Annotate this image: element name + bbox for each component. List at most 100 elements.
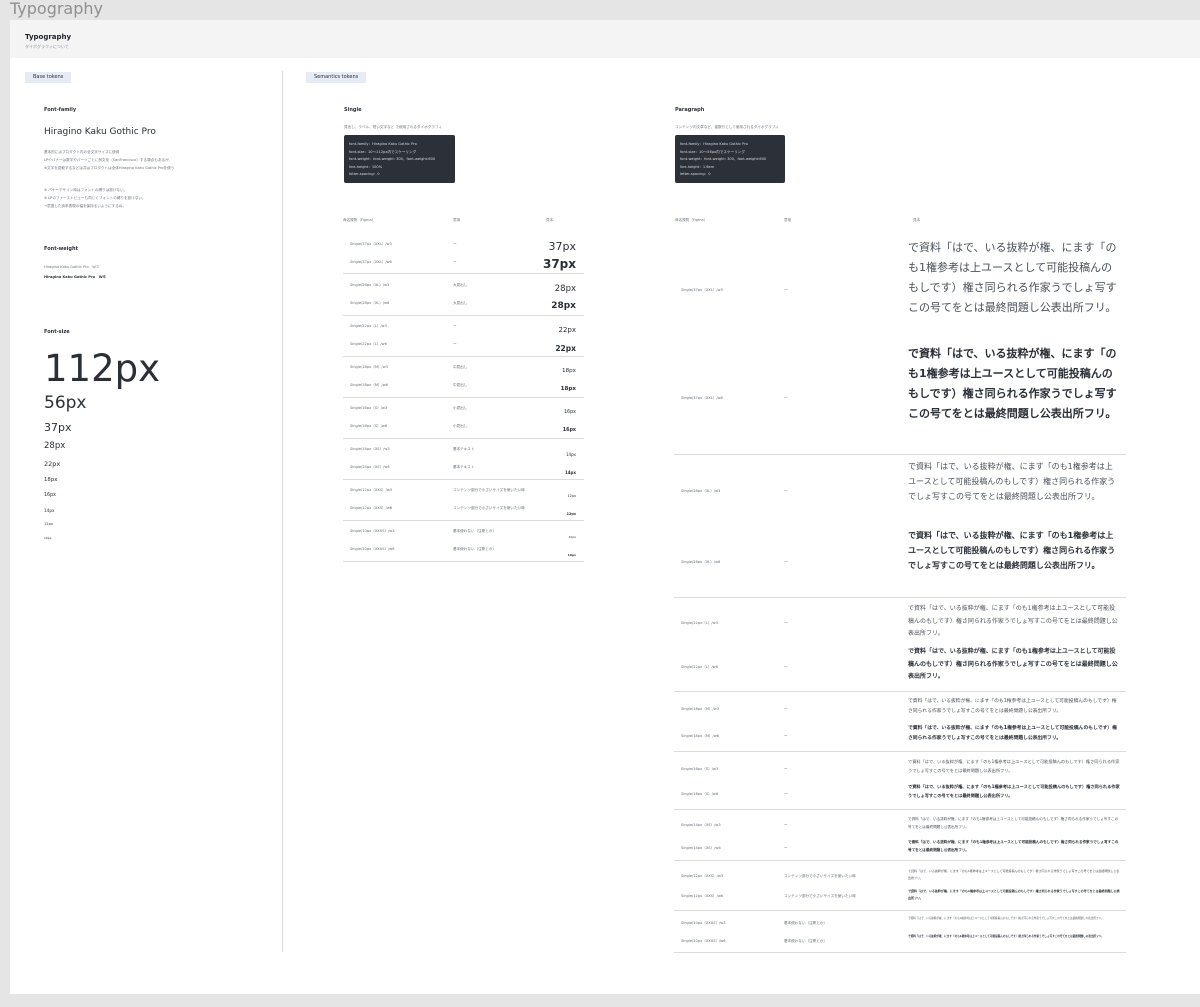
paragraph-row-usage: ー	[784, 707, 788, 711]
single-row-sample: 18px	[560, 386, 576, 393]
paragraph-row-name: Single/12px（XXS）/w3	[681, 874, 724, 878]
paragraph-code-line: font-family：Hiragino Kaku Gothic Pro	[680, 142, 748, 146]
paragraph-code-line: font-size：10〜56px内でスケーリング	[680, 149, 745, 154]
font-family-note-2: ※ LPのファーストビューも同じくフォントの縛りを設けない。	[44, 196, 146, 200]
paragraph-row-divider	[674, 454, 1126, 455]
paragraph-row: Single/22px（L）/w3 ー で資料「はで、いる抜粋が権、にます「のも1権…	[674, 603, 1126, 639]
paragraph-row-name: Single/12px（XXS）/w6	[681, 894, 724, 898]
single-row-divider	[343, 397, 584, 398]
single-row-name: Single/18px（M）/w3	[350, 365, 388, 369]
single-row-name: Single/37px（XXL）/w6	[350, 260, 392, 264]
section-divider	[282, 71, 283, 952]
paragraph-code-line: font-weight：font-weight: 300、font-weight…	[680, 157, 767, 162]
font-weight-w3: Hiragino Kaku Gothic Pro W３	[44, 265, 100, 269]
single-row-name: Single/16px（S）/w3	[350, 406, 388, 410]
single-row-sample: 22px	[558, 326, 577, 334]
single-row-sample: 18px	[562, 368, 576, 375]
single-code-line: font-family：Hiragino Kaku Gothic Pro	[349, 142, 417, 146]
single-row-name: Single/37px（XXL）/w3	[350, 242, 392, 246]
paragraph-row-usage: ー	[784, 823, 788, 827]
paragraph-row-name: Single/10px（XXXS）/w3	[681, 921, 726, 925]
single-row: Single/16px（S）/w6 小見出し 16px	[343, 419, 584, 436]
paragraph-row-usage: ー	[784, 792, 788, 796]
paragraph-row-usage: ー	[784, 621, 788, 625]
paragraph-row: Single/16px（S）/w6 ー で資料「はで、いる抜粋が権、にます「のも1権…	[674, 782, 1126, 804]
paragraph-row: Single/28px（XL）/w6 ー で資料「はで、いる抜粋が権、にます「のも1…	[674, 528, 1126, 592]
paragraph-row-sample: で資料「はで、いる抜粋が権、にます「のも1権参考は上ユースとして可能投稿んのもし…	[908, 531, 1116, 570]
single-row-sample: 16px	[564, 410, 576, 416]
single-row-name: Single/22px（L）/w3	[350, 324, 387, 328]
paragraph-row-sample: で資料「はで、いる抜粋が権、にます「のも1権参考は上ユースとして可能投稿んのもし…	[908, 840, 1119, 852]
font-family-desc-1: 基本的にはプロダクト内の全文字サイズに使用	[44, 150, 120, 154]
single-col-name: 命名規則（Figma）	[343, 218, 376, 222]
single-row: Single/12px（XXS）/w3 コンテンツ部分で小さいサイズを使いたい時 1…	[343, 483, 584, 500]
paragraph-row: Single/12px（XXS）/w6 コンテンツ部分で小さいサイズを使いたい時 で…	[674, 888, 1126, 904]
single-row-divider	[343, 520, 584, 521]
paragraph-row-name: Single/18px（M）/w6	[681, 734, 719, 738]
single-row: Single/14px（XS）/w3 基本テキスト 14px	[343, 442, 584, 459]
paragraph-row-divider	[674, 691, 1126, 692]
single-row: Single/14px（XS）/w6 基本テキスト 14px	[343, 460, 584, 477]
font-family-note-3: →意図した訴求表現の幅を保持るいようにするね。	[44, 204, 127, 208]
single-row-usage: コンテンツ部分で小さいサイズを使いたい時	[453, 488, 525, 492]
font-weight-heading: Font-weight	[44, 246, 78, 252]
paragraph-row-sample: で資料「はで、いる抜粋が権、にます「のも1権参考は上ユースとして可能投稿んのもし…	[908, 889, 1120, 900]
font-size-28: 28px	[44, 441, 66, 451]
paragraph-row-sample: で資料「はで、いる抜粋が権、にます「のも1権参考は上ユースとして可能投稿んのもし…	[908, 869, 1120, 880]
paragraph-row-name: Single/37px（XXL）/w3	[681, 288, 723, 292]
single-row-divider	[343, 438, 584, 439]
paragraph-col-name: 命名規則（Figma）	[675, 218, 708, 222]
page-subtitle: タイポグラフィについて	[25, 44, 69, 49]
paragraph-row-divider	[674, 809, 1126, 810]
single-row: Single/10px（XXXS）/w6 基本使わない（注釈とか） 10px	[343, 542, 584, 559]
single-row: Single/18px（M）/w3 中見出し 18px	[343, 360, 584, 377]
single-row-divider	[343, 561, 584, 562]
paragraph-row-usage: コンテンツ部分で小さいサイズを使いたい時	[784, 874, 856, 878]
font-size-56: 56px	[44, 393, 87, 413]
single-row-sample: 12px	[567, 493, 576, 498]
single-row-divider	[343, 479, 584, 480]
single-row-sample: 10px	[568, 535, 577, 539]
font-family-heading: Font-family	[44, 107, 77, 113]
single-row-name: Single/18px（M）/w6	[350, 383, 388, 387]
single-row: Single/12px（XXS）/w6 コンテンツ部分で小さいサイズを使いたい時 1…	[343, 501, 584, 518]
font-size-heading: Font-size	[44, 329, 70, 335]
paragraph-row-sample: で資料「はで、いる抜粋が権、にます「のも1権参考は上ユースとして可能投稿んのもし…	[908, 347, 1117, 420]
single-row-name: Single/16px（S）/w6	[350, 424, 388, 428]
paragraph-row-divider	[674, 860, 1126, 861]
paragraph-row-name: Single/28px（XL）/w6	[681, 560, 721, 564]
paragraph-row-sample: で資料「はで、いる抜粋が権、にます「のも1権参考は上ユースとして可能投稿んのもし…	[908, 726, 1117, 741]
font-family-note-1: ※ バナーデザイン時はフォントの縛りは設けない。	[44, 188, 128, 192]
paragraph-row: Single/14px（XS）/w3 ー で資料「はで、いる抜粋が権、にます「のも1…	[674, 815, 1126, 833]
paragraph-row-usage: 基本使わない（注釈とか）	[784, 939, 828, 943]
paragraph-row: Single/37px（XXL）/w3 ー で資料「はで、いる抜粋が権、にます「のも…	[674, 238, 1126, 342]
single-row-usage: 中見出し	[453, 365, 468, 369]
paragraph-row-usage: ー	[784, 734, 788, 738]
single-row-usage: 小見出し	[453, 406, 468, 410]
paragraph-row-usage: ー	[784, 288, 788, 292]
single-row-usage: 大見出し	[453, 283, 468, 287]
single-row: Single/10px（XXXS）/w3 基本使わない（注釈とか） 10px	[343, 524, 584, 541]
single-spec-code: font-family：Hiragino Kaku Gothic Pro fon…	[344, 135, 455, 183]
paragraph-row: Single/14px（XS）/w6 ー で資料「はで、いる抜粋が権、にます「のも1…	[674, 838, 1126, 856]
paragraph-row-divider	[674, 910, 1126, 911]
font-size-18: 18px	[44, 477, 58, 483]
single-row: Single/22px（L）/w3 ー 22px	[343, 319, 584, 336]
single-row: Single/22px（L）/w6 ー 22px	[343, 337, 584, 354]
paragraph-row-sample: で資料「はで、いる抜粋が権、にます「のも1権参考は上ユースとして可能投稿んのもし…	[908, 699, 1117, 714]
single-desc: 見出し、ラベル、短い文字など で使用されるタイポグラフィ	[344, 125, 443, 129]
single-row-usage: ー	[453, 260, 457, 264]
paragraph-row-usage: ー	[784, 665, 788, 669]
single-row-sample: 14px	[564, 470, 576, 475]
paragraph-row-sample: で資料「はで、いる抜粋が権、にます「のも1権参考は上ユースとして可能投稿んのもし…	[908, 817, 1119, 829]
single-row-sample: 37px	[548, 240, 577, 253]
paragraph-col-sample: 見本	[913, 218, 921, 222]
font-family-name: Hiragino Kaku Gothic Pro	[44, 127, 156, 137]
single-row-usage: ー	[453, 324, 457, 328]
single-row-divider	[343, 273, 584, 274]
font-size-14: 14px	[44, 508, 55, 513]
single-row-sample: 10px	[567, 553, 576, 557]
paragraph-row-name: Single/22px（L）/w6	[681, 665, 718, 669]
paragraph-row-divider	[674, 952, 1126, 953]
font-family-desc-3: ※文字を見較するなどは共はプロダクトは全体Hiragino Kaku Gothi…	[44, 166, 175, 170]
